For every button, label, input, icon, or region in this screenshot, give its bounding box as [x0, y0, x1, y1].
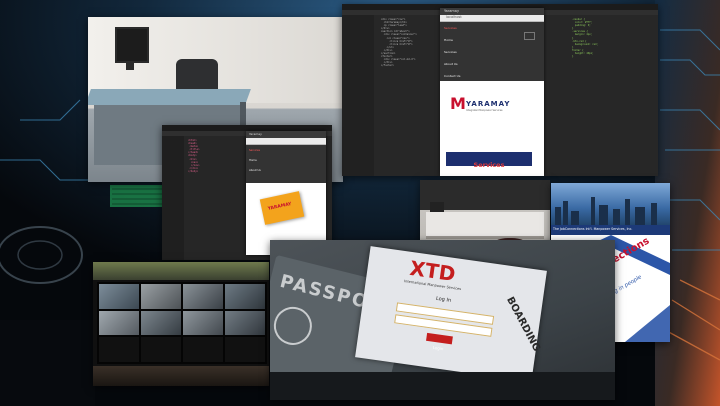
browser-window-main: Yaramay localhost Services Home Services…: [440, 8, 544, 176]
nav-item-about[interactable]: About Us: [444, 62, 458, 66]
login-title: Log In: [435, 295, 452, 304]
browser-window-small: Yaramay Services Home About Us YARAMAY: [246, 131, 326, 255]
file-tree-sidebar: [342, 15, 374, 176]
site-nav-panel: Services Home About Us: [246, 145, 326, 183]
passport-emblem: [270, 302, 316, 349]
menu-icon[interactable]: [524, 32, 535, 40]
cctv-monitor-photo: [93, 262, 269, 386]
desk-monitor: [430, 202, 444, 212]
login-button[interactable]: Login: [426, 332, 453, 351]
file-tree-sidebar: [162, 136, 184, 260]
company-name: The JobConnections Int'l. Manpower Servi…: [553, 227, 633, 231]
code-lines-right: .navbar { color: #fff; padding: 0; } .se…: [572, 18, 598, 59]
address-bar[interactable]: localhost: [446, 15, 462, 19]
site-nav-panel: Services Home Services About Us Contact …: [440, 22, 544, 81]
cctv-screen: [97, 282, 267, 364]
code-lines: <html> <head> <meta> <title> </head> <bo…: [188, 139, 200, 173]
code-editor-window: <div class="row"> <h1>Yaramay</h1> <p cl…: [342, 4, 658, 176]
cctv-camera-feed-icon[interactable]: [225, 310, 265, 336]
cctv-camera-feed-icon[interactable]: [141, 310, 181, 336]
cctv-camera-feed-icon[interactable]: [225, 337, 265, 362]
reception-counter: [426, 212, 544, 239]
computer-monitor: [115, 27, 149, 63]
company-band: The JobConnections Int'l. Manpower Servi…: [551, 225, 670, 235]
logo-m-icon: M: [450, 94, 466, 113]
cctv-camera-feed-icon[interactable]: [183, 284, 223, 309]
services-button-label: Services: [473, 161, 505, 169]
nav-item-services[interactable]: Services: [444, 50, 457, 54]
nav-item-active[interactable]: Services: [444, 26, 457, 30]
brand-name: YARAMAY: [466, 100, 511, 108]
nav-item-home[interactable]: Home: [249, 159, 257, 162]
cctv-camera-feed-icon[interactable]: [183, 337, 223, 362]
cctv-camera-feed-icon[interactable]: [225, 284, 265, 309]
login-button-label: Login: [432, 344, 444, 352]
laptop-bezel: [270, 372, 615, 400]
logo-mark: M: [450, 94, 466, 113]
card-text: YARAMAY: [267, 201, 293, 212]
nav-item-about[interactable]: About Us: [249, 169, 261, 172]
nav-item-contact[interactable]: Contact Us: [444, 74, 460, 78]
cctv-camera-feed-icon[interactable]: [183, 310, 223, 336]
passport-login-photo: PASSPORT XTD International Manpower Serv…: [270, 240, 615, 400]
nav-item-home[interactable]: Home: [444, 38, 453, 42]
services-banner-button[interactable]: Services: [446, 152, 532, 169]
cctv-camera-feed-icon[interactable]: [99, 337, 139, 362]
code-lines-left: <div class="row"> <h1>Yaramay</h1> <p cl…: [380, 18, 417, 68]
nav-item-active[interactable]: Services: [249, 149, 260, 152]
brand-tagline: Integrated Manpower Services: [466, 109, 503, 112]
skyline-graphic: [555, 197, 657, 225]
office-desk: [88, 89, 251, 105]
browser-tab[interactable]: Yaramay: [249, 132, 262, 136]
cctv-camera-feed-icon[interactable]: [141, 337, 181, 362]
cctv-camera-feed-icon[interactable]: [99, 284, 139, 309]
orange-card-graphic: YARAMAY: [259, 191, 305, 225]
cctv-camera-feed-icon[interactable]: [141, 284, 181, 309]
browser-tab[interactable]: Yaramay: [444, 9, 459, 13]
cctv-camera-feed-icon[interactable]: [99, 310, 139, 336]
